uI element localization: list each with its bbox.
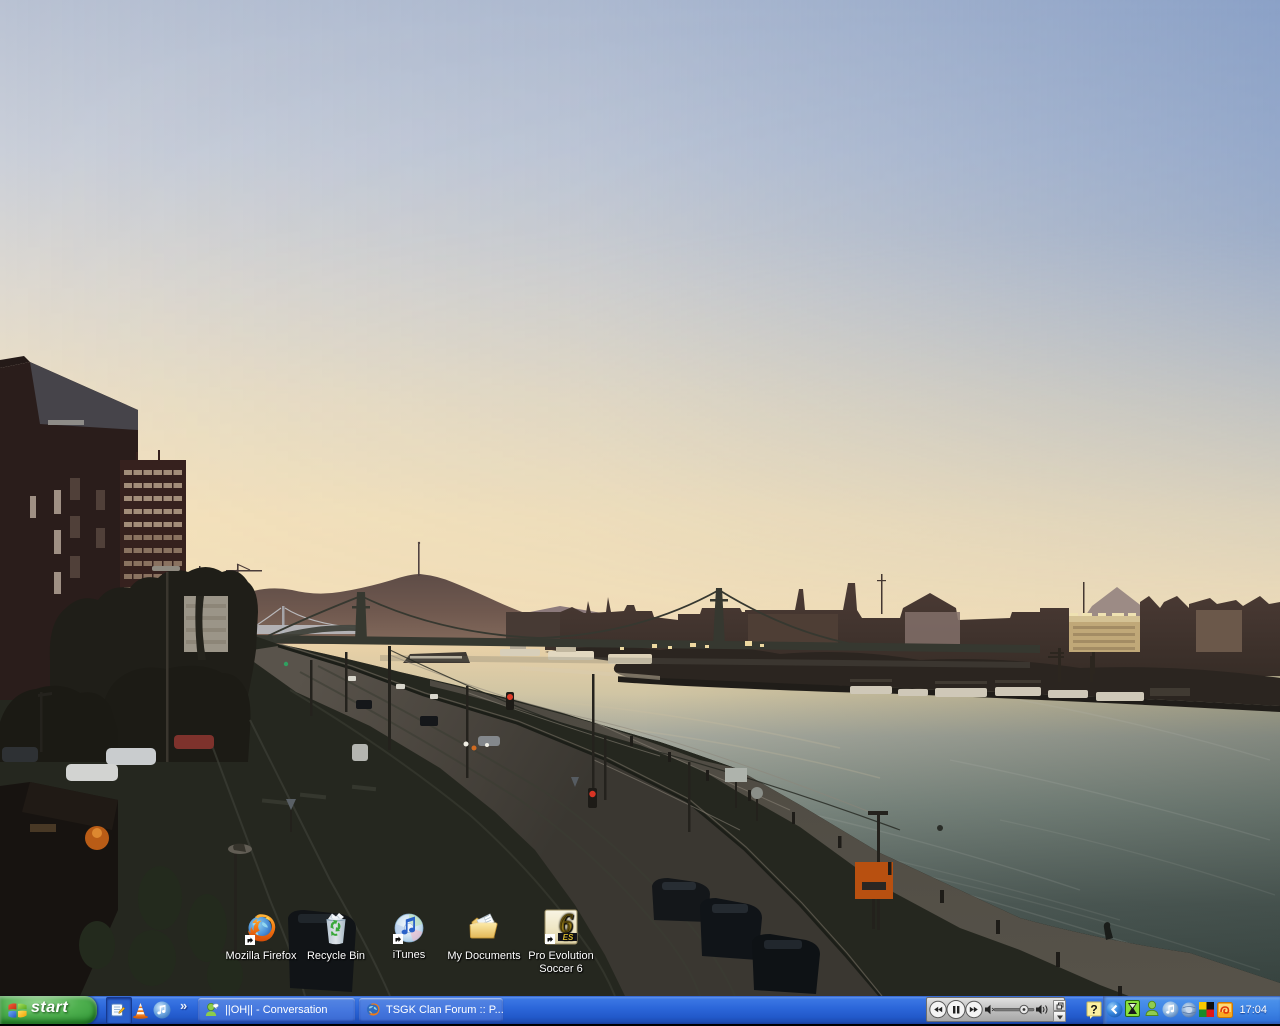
svg-text:ES: ES xyxy=(563,933,574,942)
svg-text:?: ? xyxy=(1090,1003,1097,1017)
